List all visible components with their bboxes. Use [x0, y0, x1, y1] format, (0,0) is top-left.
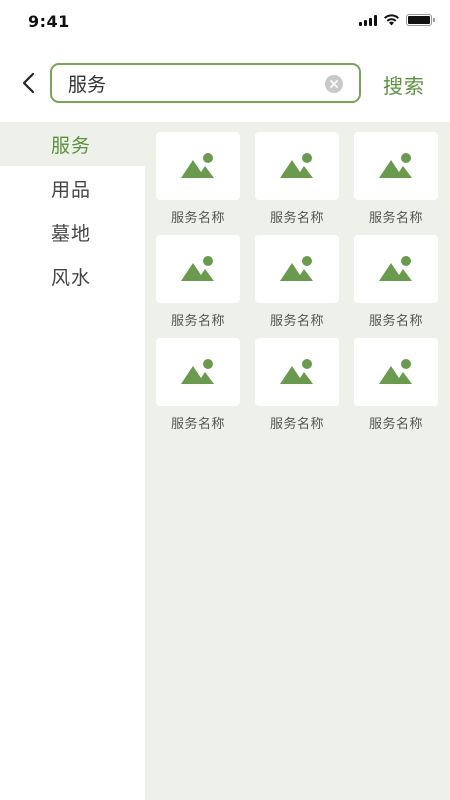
signal-icon [359, 14, 377, 26]
service-thumbnail [354, 132, 438, 200]
image-placeholder-icon [379, 256, 412, 281]
service-name: 服务名称 [269, 211, 324, 226]
service-name: 服务名称 [269, 417, 324, 432]
sidebar-item-label: 用品 [51, 178, 92, 201]
service-thumbnail [156, 132, 240, 200]
status-time: 9:41 [28, 12, 70, 31]
back-button[interactable] [14, 68, 42, 98]
main-content: 服务 用品 墓地 风水 服务名称 服务名称 服务名称 服务名称 服务名称 服务名… [0, 122, 450, 800]
service-card[interactable]: 服务名称 [156, 338, 240, 441]
service-name: 服务名称 [368, 211, 423, 226]
service-card[interactable]: 服务名称 [354, 132, 438, 235]
service-name: 服务名称 [170, 314, 225, 329]
service-thumbnail [354, 338, 438, 406]
service-card[interactable]: 服务名称 [156, 235, 240, 338]
image-placeholder-icon [181, 256, 214, 281]
service-grid-panel: 服务名称 服务名称 服务名称 服务名称 服务名称 服务名称 服务名称 服务名称 … [145, 122, 450, 800]
image-placeholder-icon [280, 359, 313, 384]
image-placeholder-icon [379, 153, 412, 178]
service-grid: 服务名称 服务名称 服务名称 服务名称 服务名称 服务名称 服务名称 服务名称 … [156, 132, 438, 441]
search-header: 搜索 [0, 62, 450, 104]
service-card[interactable]: 服务名称 [156, 132, 240, 235]
service-thumbnail [255, 235, 339, 303]
service-card[interactable]: 服务名称 [354, 235, 438, 338]
service-card[interactable]: 服务名称 [255, 338, 339, 441]
search-input[interactable] [68, 72, 308, 94]
image-placeholder-icon [181, 359, 214, 384]
sidebar-item-fengshui[interactable]: 风水 [0, 254, 145, 298]
image-placeholder-icon [280, 153, 313, 178]
chevron-left-icon [22, 72, 35, 94]
service-name: 服务名称 [269, 314, 324, 329]
clear-button[interactable] [325, 75, 343, 93]
category-sidebar: 服务 用品 墓地 风水 [0, 122, 145, 800]
service-thumbnail [156, 235, 240, 303]
sidebar-item-label: 墓地 [51, 222, 92, 245]
wifi-icon [384, 14, 399, 26]
service-name: 服务名称 [170, 211, 225, 226]
service-card[interactable]: 服务名称 [255, 132, 339, 235]
service-name: 服务名称 [368, 314, 423, 329]
status-bar: 9:41 [0, 0, 450, 44]
sidebar-item-label: 服务 [51, 134, 92, 157]
sidebar-item-label: 风水 [51, 266, 92, 289]
service-thumbnail [156, 338, 240, 406]
sidebar-item-cemetery[interactable]: 墓地 [0, 210, 145, 254]
image-placeholder-icon [379, 359, 412, 384]
service-thumbnail [255, 338, 339, 406]
service-card[interactable]: 服务名称 [255, 235, 339, 338]
search-box[interactable] [50, 63, 361, 103]
service-card[interactable]: 服务名称 [354, 338, 438, 441]
search-button[interactable]: 搜索 [383, 70, 425, 99]
status-icons [359, 14, 435, 26]
service-name: 服务名称 [368, 417, 423, 432]
service-thumbnail [255, 132, 339, 200]
clear-circle-icon [330, 80, 338, 88]
sidebar-item-supplies[interactable]: 用品 [0, 166, 145, 210]
battery-icon [406, 14, 435, 26]
image-placeholder-icon [280, 256, 313, 281]
sidebar-item-service[interactable]: 服务 [0, 122, 145, 166]
service-thumbnail [354, 235, 438, 303]
service-name: 服务名称 [170, 417, 225, 432]
image-placeholder-icon [181, 153, 214, 178]
